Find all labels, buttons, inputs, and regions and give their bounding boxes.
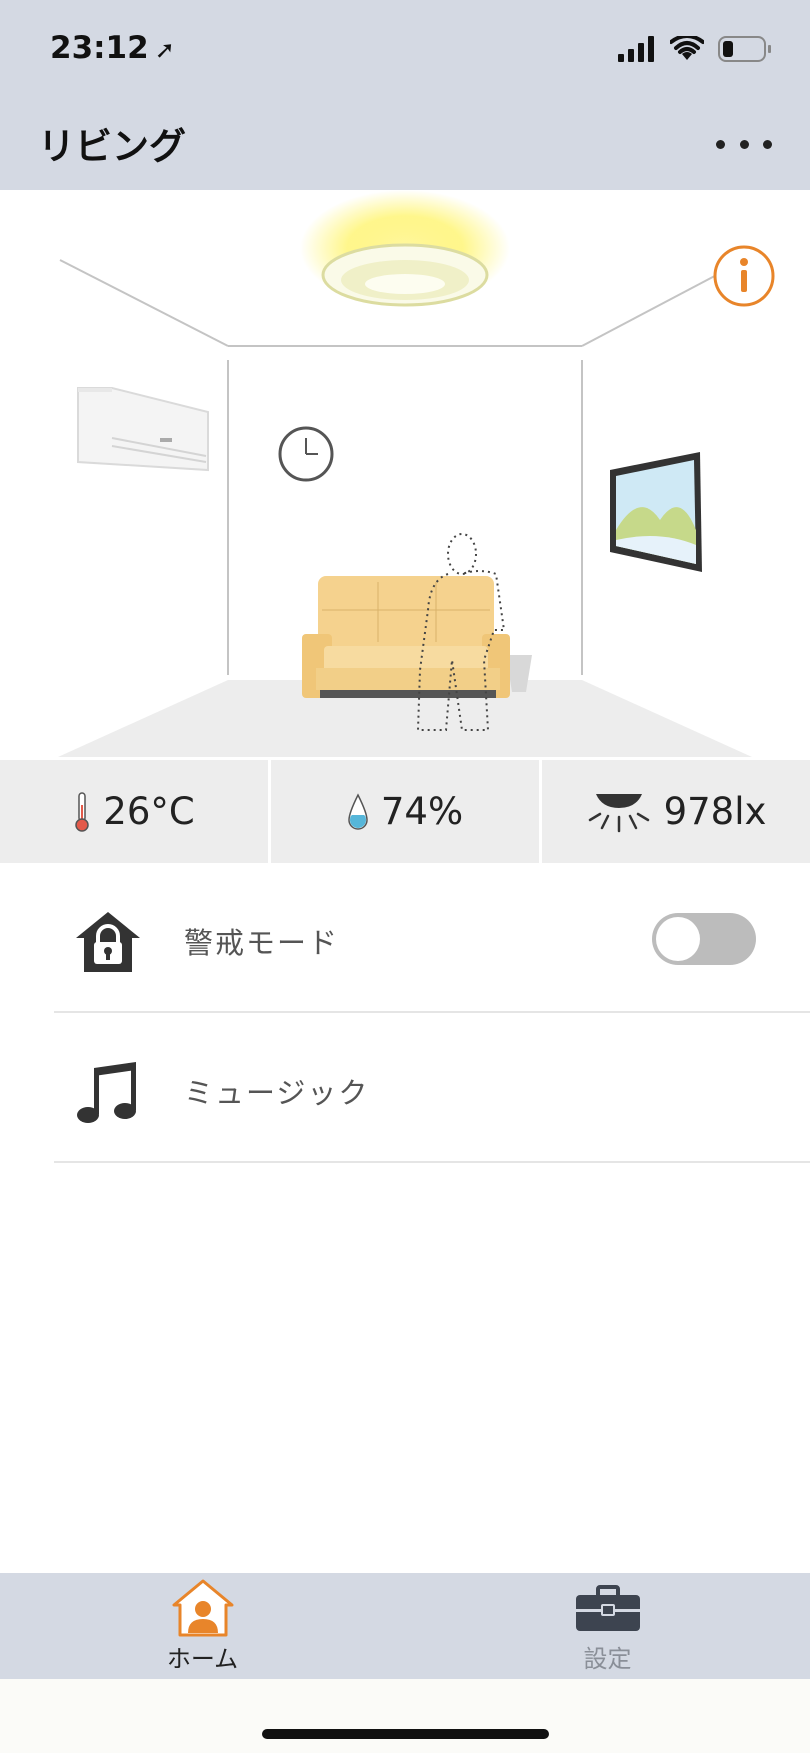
battery-icon: [718, 36, 771, 62]
room-illustration: [0, 190, 810, 760]
status-icons: [618, 36, 772, 62]
wall-clock: [278, 426, 334, 482]
tab-settings-label: 設定: [583, 1645, 632, 1673]
sensor-bar: 26°C 74% 978lx: [0, 760, 810, 863]
ceiling-light-icon: [588, 793, 649, 832]
page-title: リビング: [38, 125, 186, 168]
list-item-music[interactable]: ミュージック: [54, 1013, 810, 1163]
tab-home-label: ホーム: [166, 1645, 239, 1673]
temperature-value: 26°C: [103, 790, 195, 833]
tab-bar: ホーム 設定: [0, 1573, 810, 1679]
home-indicator-area: [0, 1679, 810, 1753]
toolbox-icon: [575, 1585, 640, 1631]
nav-bar: リビング: [0, 96, 810, 190]
security-mode-toggle[interactable]: [652, 913, 756, 965]
home-person-icon: [172, 1579, 233, 1637]
lock-house-icon: [76, 912, 140, 972]
illuminance-sensor: 978lx: [542, 760, 810, 863]
home-indicator[interactable]: [262, 1729, 549, 1739]
humidity-value: 74%: [380, 790, 464, 833]
feature-list: 警戒モード ミュージック: [0, 863, 810, 1163]
info-icon[interactable]: [713, 245, 775, 307]
status-bar: 23:12 ➚: [0, 0, 810, 96]
music-label: ミュージック: [184, 1076, 370, 1110]
ceiling-light[interactable]: [300, 190, 510, 307]
tab-settings[interactable]: 設定: [405, 1573, 810, 1679]
humidity-sensor: 74%: [271, 760, 542, 863]
tab-home[interactable]: ホーム: [0, 1573, 405, 1679]
illuminance-value: 978lx: [663, 790, 767, 833]
security-mode-label: 警戒モード: [184, 926, 340, 960]
cellular-signal-icon: [618, 36, 654, 62]
sofa[interactable]: [302, 576, 510, 698]
television[interactable]: [610, 452, 702, 572]
list-item-security-mode[interactable]: 警戒モード: [54, 863, 810, 1013]
temperature-sensor: 26°C: [0, 760, 271, 863]
air-conditioner[interactable]: [77, 387, 209, 472]
music-note-icon: [77, 1062, 136, 1123]
room-scene: [58, 190, 775, 757]
wifi-icon: [670, 36, 704, 60]
toggle-knob: [656, 917, 700, 961]
time-text: 23:12: [50, 30, 149, 66]
more-dots-icon[interactable]: [716, 132, 772, 156]
thermometer-icon: [75, 791, 90, 832]
humidity-drop-icon: [348, 792, 368, 830]
status-time: 23:12 ➚: [50, 30, 175, 66]
location-arrow-icon: ➚: [154, 36, 175, 64]
